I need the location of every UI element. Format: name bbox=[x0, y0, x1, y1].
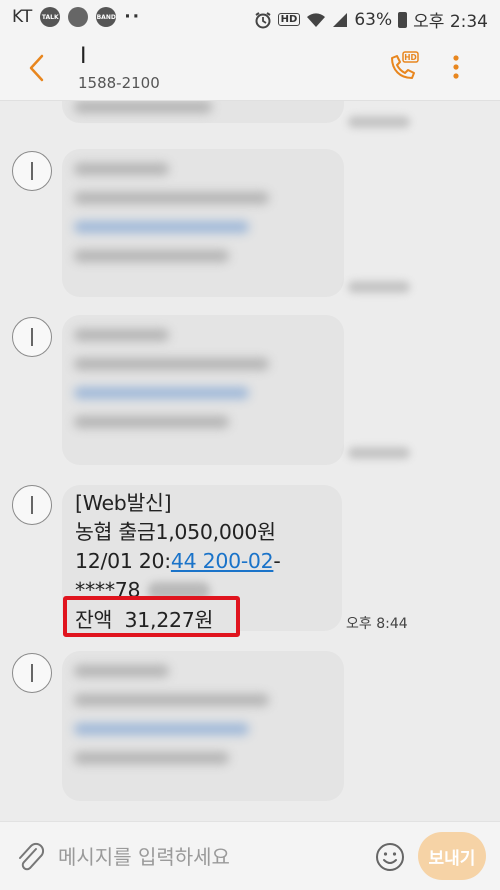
send-button[interactable]: 보내기 bbox=[418, 832, 486, 880]
avatar[interactable] bbox=[12, 317, 52, 357]
message-time: 오후 8:44 bbox=[346, 616, 408, 632]
status-bar: KT TALK BAND ·· HD 63% 오후 2:34 bbox=[0, 0, 500, 36]
signal-icon bbox=[333, 12, 348, 27]
emoji-button[interactable] bbox=[374, 841, 406, 873]
message-line: 12/01 20: bbox=[75, 549, 171, 573]
attach-button[interactable] bbox=[14, 840, 46, 874]
message-body: [Web발신] 농협 출금1,050,000원 12/01 20:44 200-… bbox=[75, 489, 335, 605]
balance-text: 잔액 31,227원 bbox=[75, 608, 214, 632]
message-compose-bar: 보내기 bbox=[0, 821, 500, 890]
contact-number: 1588-2100 bbox=[78, 74, 160, 92]
message-bubble-blurred[interactable] bbox=[62, 149, 344, 297]
balance-highlight: 잔액 31,227원 bbox=[63, 596, 240, 637]
carrier-label: KT bbox=[12, 7, 33, 27]
battery-percent: 63% bbox=[354, 9, 393, 30]
battery-icon bbox=[398, 11, 408, 28]
avatar[interactable] bbox=[12, 485, 52, 525]
smiley-icon bbox=[376, 843, 404, 871]
contact-name: I bbox=[80, 44, 87, 69]
message-line: - bbox=[273, 549, 281, 573]
message-time-blurred bbox=[348, 447, 410, 459]
call-hd-badge: HD bbox=[404, 53, 417, 62]
message-bubble-blurred[interactable] bbox=[62, 651, 344, 801]
alarm-icon bbox=[255, 11, 271, 28]
phone-number-link[interactable]: 44 200-02 bbox=[171, 549, 274, 573]
notification-icon bbox=[68, 7, 89, 27]
chevron-left-icon bbox=[29, 54, 44, 82]
message-list[interactable]: [Web발신] 농협 출금1,050,000원 12/01 20:44 200-… bbox=[0, 101, 500, 821]
band-icon: BAND bbox=[96, 7, 117, 27]
conversation-header: I 1588-2100 HD bbox=[0, 36, 500, 101]
avatar[interactable] bbox=[12, 151, 52, 191]
kakaotalk-icon: TALK bbox=[40, 7, 61, 27]
clock: 오후 2:34 bbox=[413, 12, 488, 32]
hd-voice-icon: HD bbox=[277, 13, 301, 26]
message-line: 농협 출금1,050,000원 bbox=[75, 520, 276, 544]
back-button[interactable] bbox=[22, 50, 52, 86]
more-notifications-icon: ·· bbox=[124, 7, 142, 27]
more-options-button[interactable] bbox=[444, 52, 468, 82]
phone-hd-icon: HD bbox=[391, 51, 419, 79]
message-bubble-blurred[interactable] bbox=[62, 101, 344, 123]
message-input[interactable] bbox=[58, 840, 358, 874]
message-time-blurred bbox=[348, 116, 410, 128]
paperclip-icon bbox=[19, 842, 45, 871]
wifi-icon bbox=[307, 12, 326, 27]
more-vertical-icon bbox=[453, 55, 459, 79]
message-line: [Web발신] bbox=[75, 491, 172, 515]
avatar[interactable] bbox=[12, 653, 52, 693]
message-time-blurred bbox=[348, 281, 410, 293]
hd-call-button[interactable]: HD bbox=[386, 50, 420, 84]
message-bubble-blurred[interactable] bbox=[62, 315, 344, 465]
